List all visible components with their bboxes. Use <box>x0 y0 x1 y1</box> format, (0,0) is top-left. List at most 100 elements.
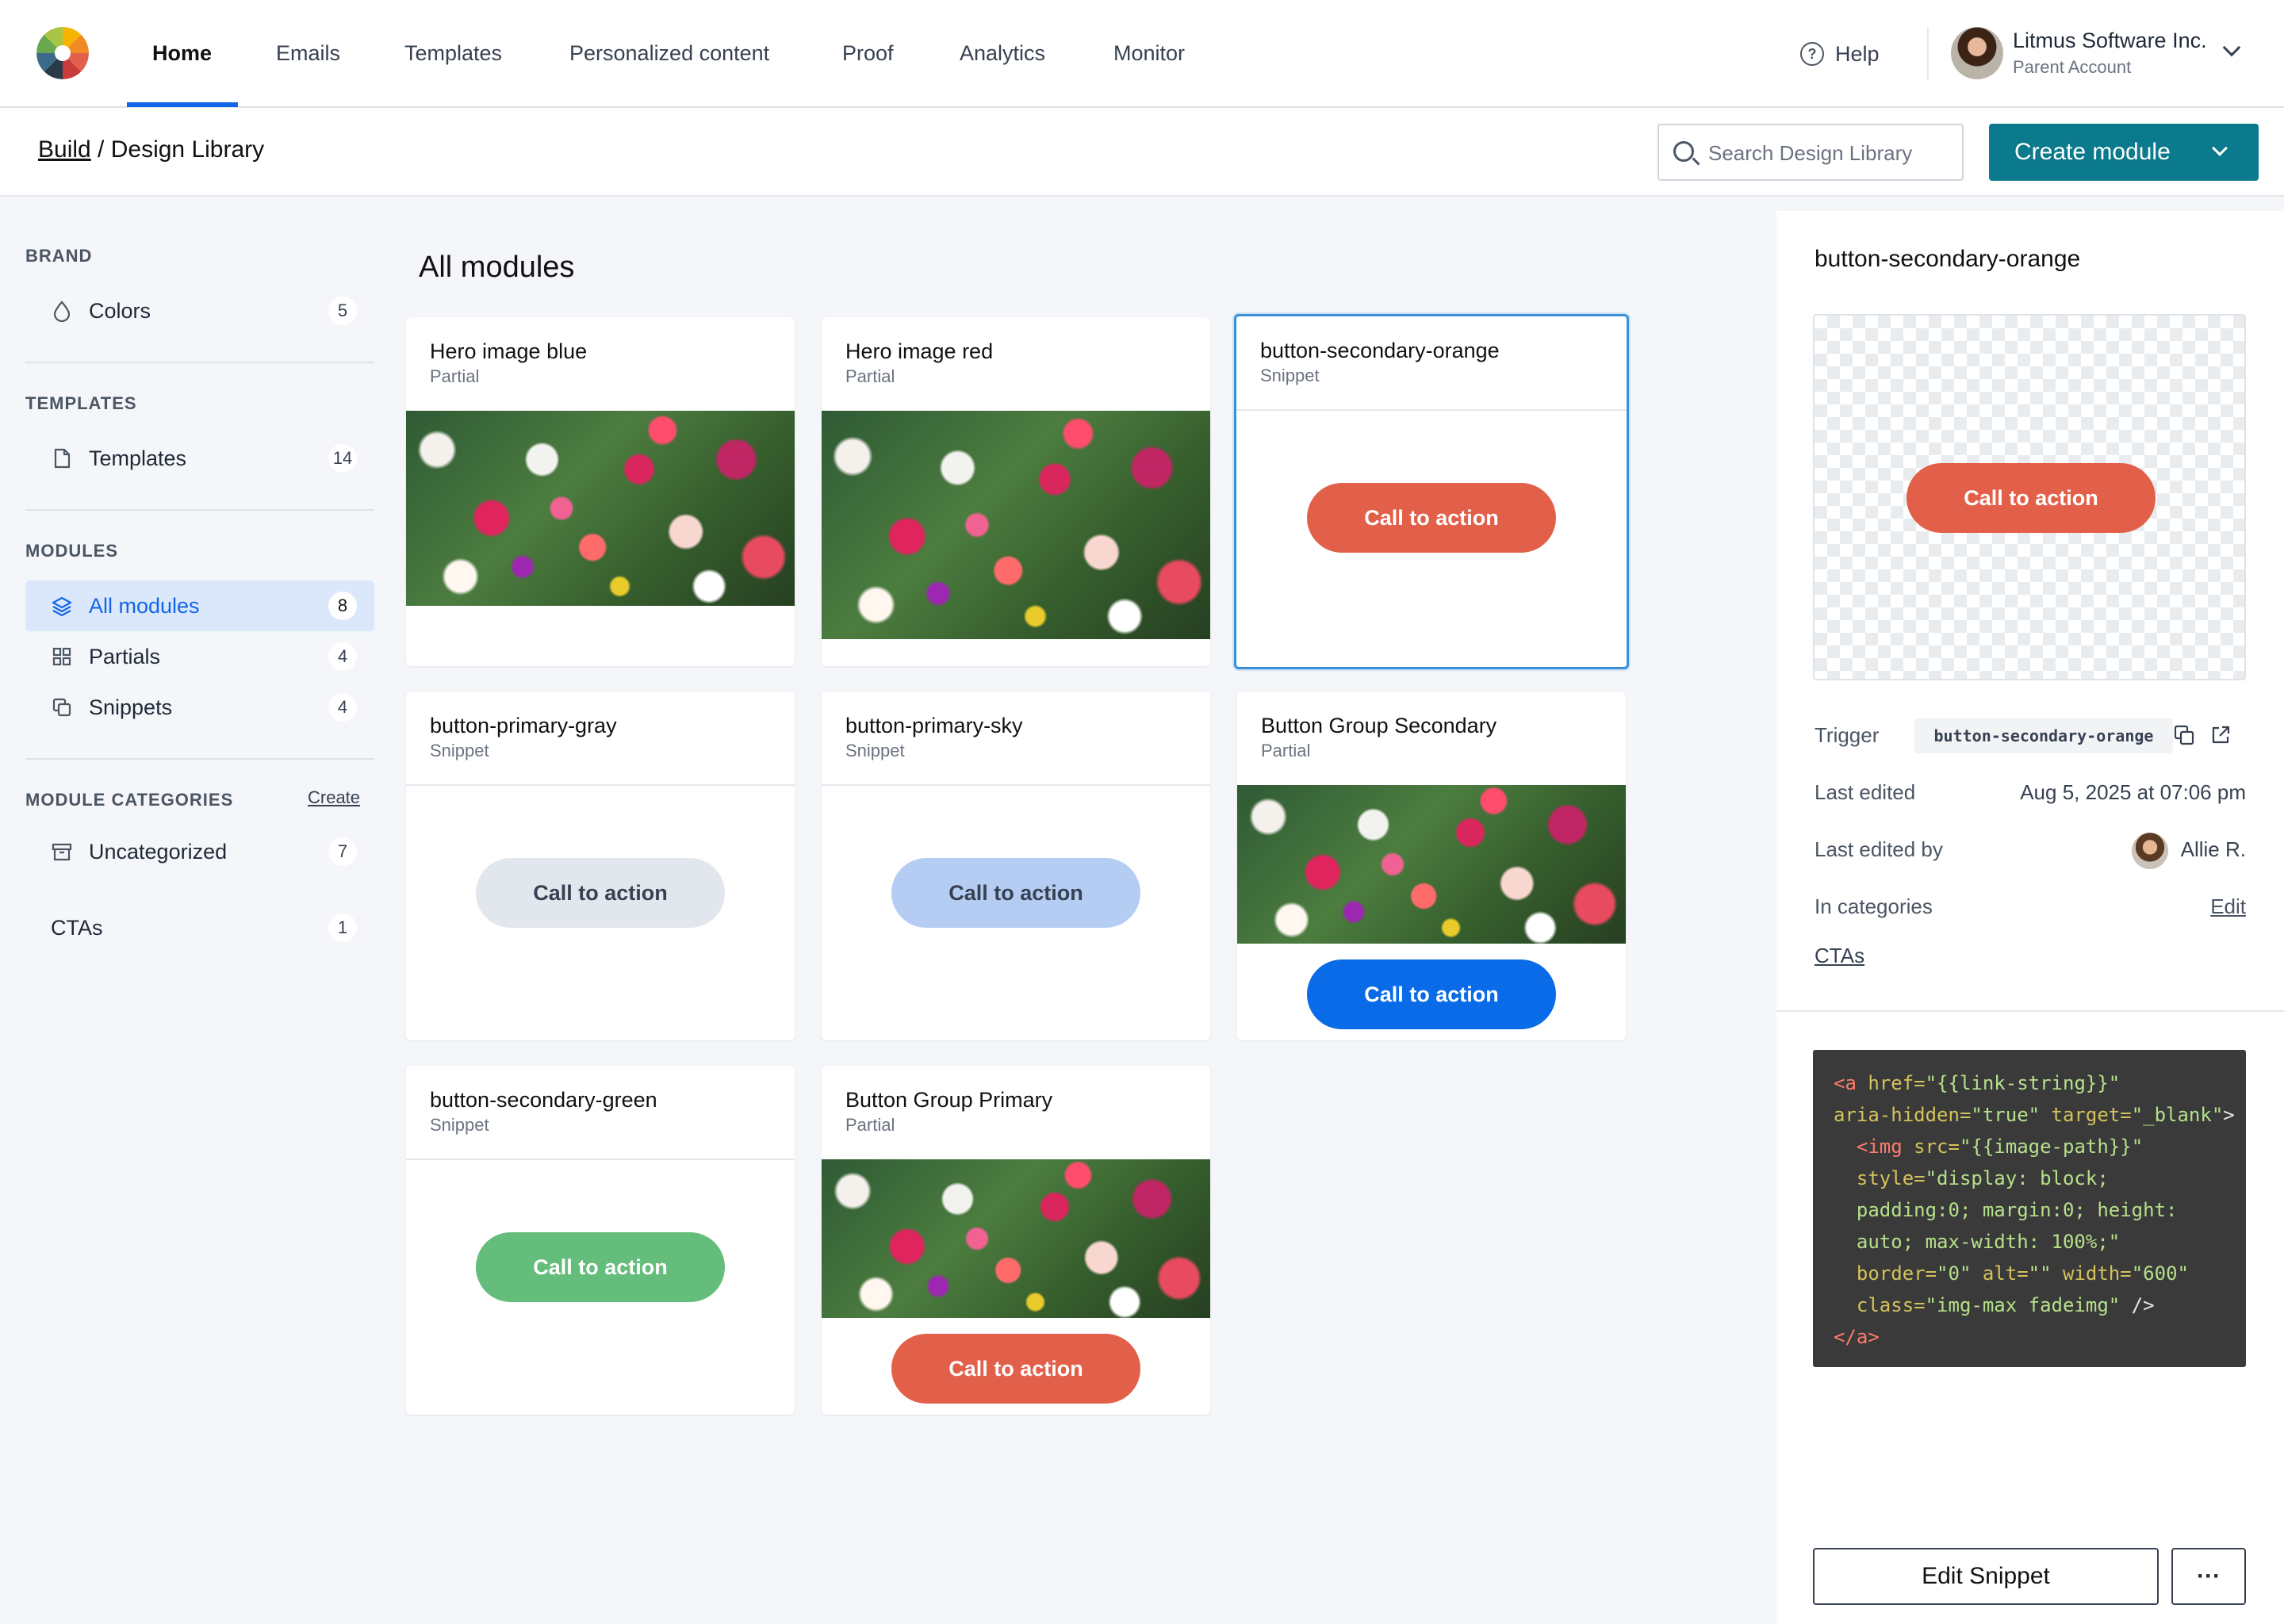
code-token: target= <box>2040 1104 2132 1126</box>
copy-icon <box>52 698 71 717</box>
tab-proof[interactable]: Proof <box>842 0 894 108</box>
active-tab-indicator <box>127 102 238 107</box>
code-token: <img <box>1834 1136 1903 1158</box>
sidebar-item-label: Snippets <box>89 695 173 719</box>
tab-home[interactable]: Home <box>152 0 212 108</box>
sidebar-item-label: Partials <box>89 645 161 668</box>
sidebar-item-uncategorized[interactable]: Uncategorized 7 <box>25 826 374 877</box>
count-badge: 8 <box>328 592 357 620</box>
module-card-button-secondary-green[interactable]: button-secondary-green Snippet Call to a… <box>406 1066 795 1415</box>
category-link-ctas[interactable]: CTAs <box>1815 944 1864 968</box>
tab-analytics[interactable]: Analytics <box>960 0 1045 108</box>
code-token: "true" <box>1971 1104 2041 1126</box>
code-token: href= <box>1856 1072 1926 1094</box>
card-type: Snippet <box>430 741 489 760</box>
detail-panel: button-secondary-orange Call to action T… <box>1776 211 2284 1624</box>
breadcrumb-build-link[interactable]: Build <box>38 136 91 163</box>
card-type: Partial <box>845 1115 895 1135</box>
code-token: "_blank" <box>2131 1104 2224 1126</box>
breadcrumb-current: Design Library <box>110 136 265 163</box>
tulips-image <box>406 411 795 606</box>
copy-icon[interactable] <box>2173 724 2195 746</box>
module-card-button-group-primary[interactable]: Button Group Primary Partial Call to act… <box>822 1066 1210 1415</box>
edit-snippet-button[interactable]: Edit Snippet <box>1813 1548 2159 1605</box>
module-card-button-group-secondary[interactable]: Button Group Secondary Partial Call to a… <box>1237 691 1626 1040</box>
chevron-down-icon[interactable] <box>2212 140 2228 156</box>
module-card-button-secondary-orange[interactable]: button-secondary-orange Snippet Call to … <box>1234 314 1629 669</box>
code-token: "img-max fadeimg" <box>1925 1294 2121 1316</box>
code-token: "{{link-string}}" <box>1925 1072 2121 1094</box>
tab-emails[interactable]: Emails <box>276 0 340 108</box>
create-module-button[interactable]: Create module <box>1989 124 2259 181</box>
count-badge: 14 <box>328 444 357 473</box>
tab-templates[interactable]: Templates <box>404 0 502 108</box>
divider <box>1236 409 1627 411</box>
count-badge: 4 <box>328 642 357 671</box>
code-token: style= <box>1834 1167 1926 1189</box>
sidebar-item-snippets[interactable]: Snippets 4 <box>25 682 374 733</box>
card-title: button-primary-sky <box>845 714 1023 737</box>
code-token: "600" <box>2131 1262 2189 1285</box>
tulips-image <box>822 1159 1210 1318</box>
edit-categories-link[interactable]: Edit <box>2210 894 2246 919</box>
last-edited-by-value: Allie R. <box>2180 837 2246 861</box>
account-avatar[interactable] <box>1951 27 2003 79</box>
divider <box>822 784 1210 786</box>
account-subtitle: Parent Account <box>2013 57 2132 77</box>
tab-personalized-content[interactable]: Personalized content <box>569 0 769 108</box>
cta-button-orange: Call to action <box>891 1334 1140 1404</box>
sidebar-item-ctas[interactable]: CTAs 1 <box>25 902 374 953</box>
sidebar-item-all-modules[interactable]: All modules 8 <box>25 580 374 631</box>
section-title-brand: BRAND <box>25 246 93 266</box>
tab-monitor[interactable]: Monitor <box>1113 0 1185 108</box>
divider <box>406 784 795 786</box>
code-token: </a> <box>1834 1326 1880 1348</box>
litmus-logo[interactable] <box>36 27 89 79</box>
card-title: Hero image red <box>845 339 994 363</box>
breadcrumb-separator: / <box>90 136 111 163</box>
module-card-hero-image-red[interactable]: Hero image red Partial <box>822 317 1210 666</box>
module-card-button-primary-gray[interactable]: button-primary-gray Snippet Call to acti… <box>406 691 795 1040</box>
sidebar-item-templates[interactable]: Templates 14 <box>25 433 374 484</box>
code-token: "{{image-path}}" <box>1959 1136 2144 1158</box>
card-type: Partial <box>1261 741 1311 760</box>
last-edited-label: Last edited <box>1815 780 1916 804</box>
more-options-button[interactable]: ··· <box>2171 1548 2246 1605</box>
trigger-value: button-secondary-orange <box>1914 718 2173 753</box>
divider <box>25 758 374 760</box>
detail-title: button-secondary-orange <box>1815 246 2081 272</box>
code-token: padding:0; margin:0; height: <box>1834 1199 2178 1221</box>
module-card-button-primary-sky[interactable]: button-primary-sky Snippet Call to actio… <box>822 691 1210 1040</box>
code-block[interactable]: <a href="{{link-string}}" aria-hidden="t… <box>1813 1050 2246 1367</box>
sidebar-item-colors[interactable]: Colors 5 <box>25 285 374 336</box>
card-type: Partial <box>430 366 480 386</box>
sidebar-item-label: Colors <box>89 299 151 323</box>
search-input[interactable]: Search Design Library <box>1657 124 1964 181</box>
search-placeholder: Search Design Library <box>1708 141 1913 165</box>
top-navigation: Home Emails Templates Personalized conte… <box>0 0 2284 108</box>
last-edited-value: Aug 5, 2025 at 07:06 pm <box>2020 780 2246 804</box>
code-token: alt= <box>1971 1262 2029 1285</box>
grid-icon <box>52 647 71 666</box>
cta-button-blue: Call to action <box>1307 959 1556 1029</box>
help-button[interactable]: ? Help <box>1800 36 1880 71</box>
sidebar-item-partials[interactable]: Partials 4 <box>25 631 374 682</box>
divider <box>25 362 374 363</box>
last-edited-by-label: Last edited by <box>1815 837 1943 861</box>
tulips-image <box>1237 785 1626 944</box>
chevron-down-icon[interactable] <box>2222 38 2241 57</box>
account-name[interactable]: Litmus Software Inc. <box>2013 29 2207 53</box>
card-title: button-primary-gray <box>430 714 617 737</box>
count-badge: 7 <box>328 837 357 866</box>
categories-label: In categories <box>1815 894 1933 918</box>
search-icon <box>1673 141 1694 162</box>
code-token: border= <box>1834 1262 1937 1285</box>
create-category-link[interactable]: Create <box>308 787 360 808</box>
module-card-hero-image-blue[interactable]: Hero image blue Partial <box>406 317 795 666</box>
cta-button-orange: Call to action <box>1307 483 1556 553</box>
tulips-image <box>822 411 1210 639</box>
page-title: All modules <box>419 251 575 284</box>
card-title: Button Group Secondary <box>1261 714 1497 737</box>
snippet-preview: Call to action <box>1813 314 2246 680</box>
external-link-icon[interactable] <box>2209 724 2232 746</box>
